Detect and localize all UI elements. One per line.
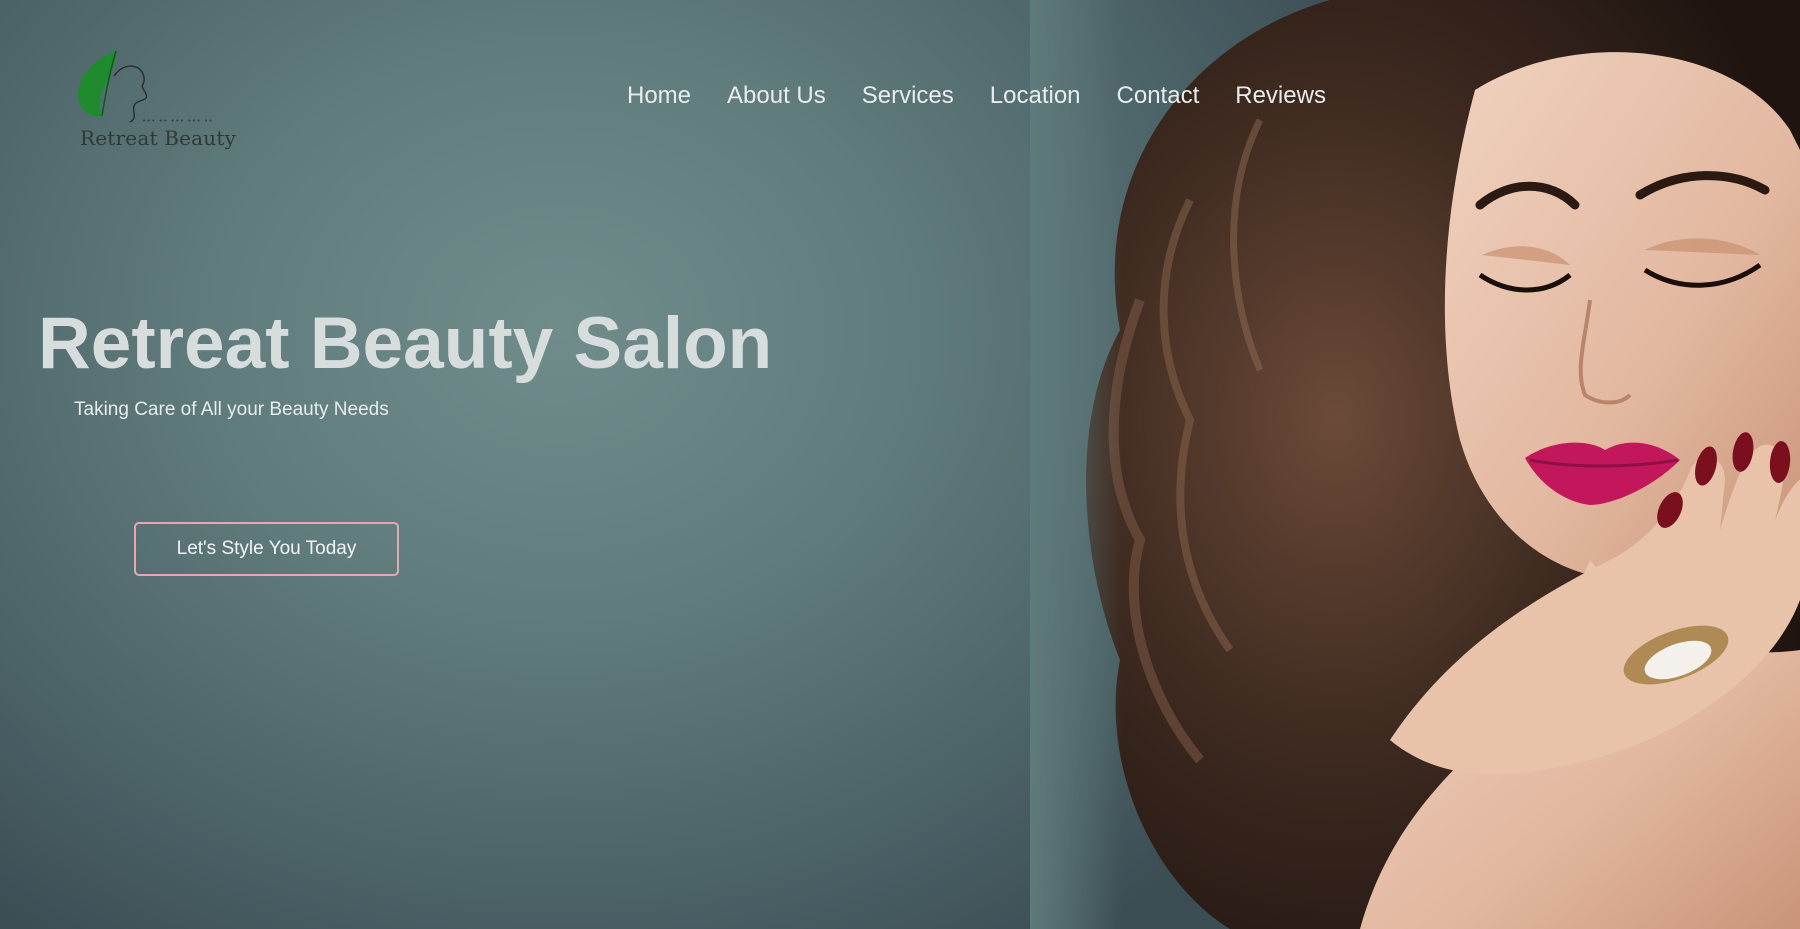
hero-section: ••• •• ••• ••• •• Retreat Beauty Home Ab… (0, 0, 1800, 929)
hero-image (1030, 0, 1800, 929)
nav-item-home[interactable]: Home (627, 82, 691, 110)
brand-name: Retreat Beauty (80, 126, 237, 150)
nav-item-contact[interactable]: Contact (1117, 82, 1200, 110)
cta-button[interactable]: Let's Style You Today (134, 522, 399, 576)
brand-tagline: ••• •• ••• ••• •• (142, 117, 214, 125)
main-nav: Home About Us Services Location Contact … (627, 82, 1326, 110)
leaf-face-icon (77, 50, 148, 123)
nav-item-location[interactable]: Location (990, 82, 1081, 110)
hero-title: Retreat Beauty Salon (38, 303, 773, 384)
hero-subtitle: Taking Care of All your Beauty Needs (74, 399, 389, 420)
nav-item-services[interactable]: Services (862, 82, 954, 110)
nav-item-reviews[interactable]: Reviews (1235, 82, 1326, 110)
nav-item-about-us[interactable]: About Us (727, 82, 826, 110)
brand-logo[interactable]: ••• •• ••• ••• •• Retreat Beauty (66, 46, 236, 156)
